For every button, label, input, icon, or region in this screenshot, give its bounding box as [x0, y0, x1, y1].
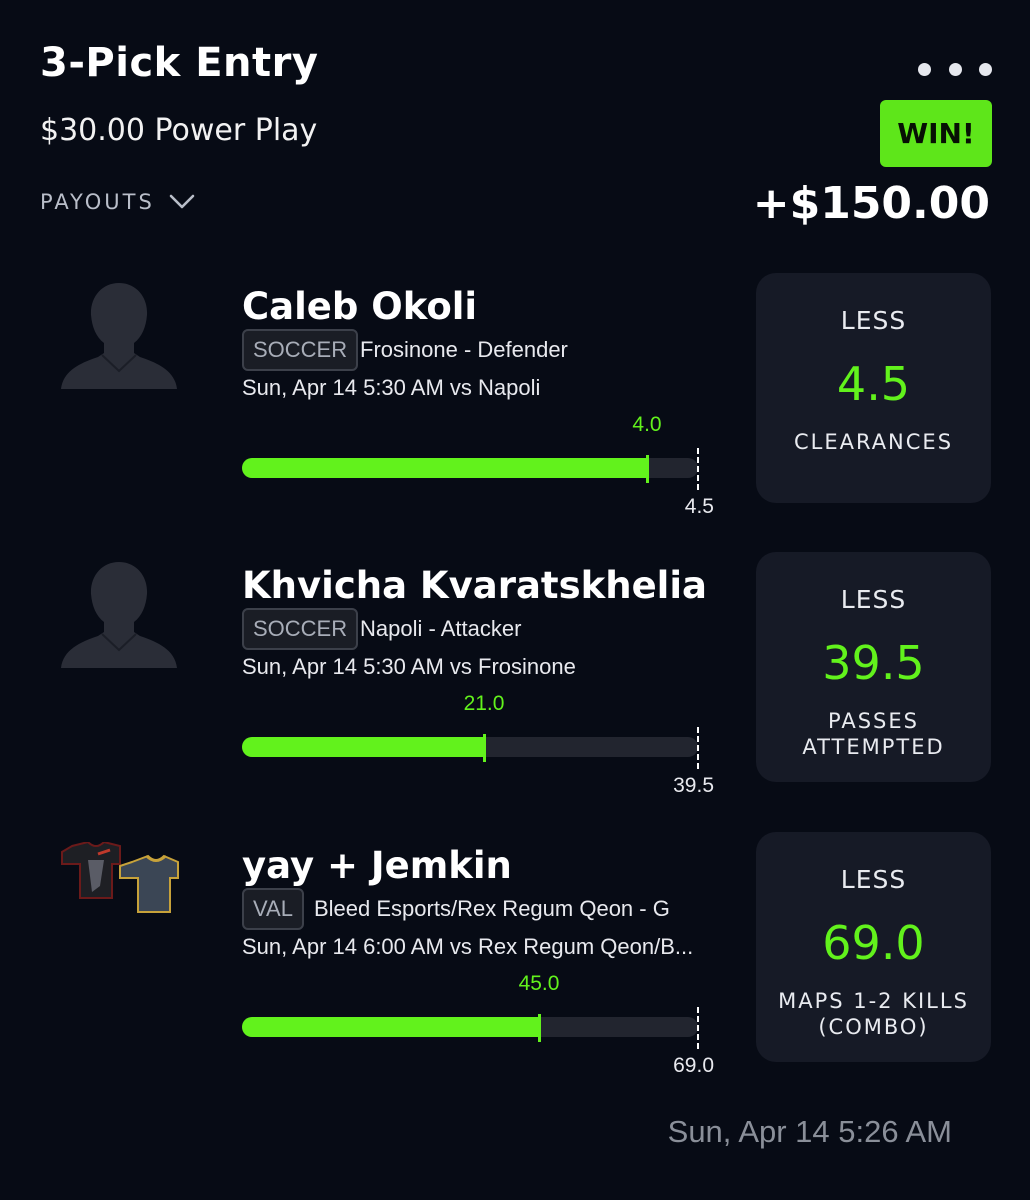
line-marker: [697, 448, 699, 490]
sport-tag: SOCCER: [242, 329, 359, 371]
game-time: Sun, Apr 14 6:00 AM vs Rex Regum Qeon/B.…: [242, 934, 694, 959]
stat-card: LESS 69.0 MAPS 1-2 KILLS (COMBO): [756, 832, 991, 1062]
stat-name: CLEARANCES: [793, 430, 954, 454]
line-value-label: 69.0: [673, 1054, 714, 1077]
stat-line: 69.0: [822, 916, 925, 970]
entry-screen: 3-Pick Entry $30.00 Power Play PAYOUTS W…: [0, 0, 1030, 1200]
more-dot: [979, 62, 992, 76]
more-dot: [918, 62, 931, 76]
progress-track: [242, 455, 698, 483]
player-silhouette-icon: [61, 283, 177, 389]
line-value-label: 4.5: [684, 495, 714, 518]
team-position: Napoli - Attacker: [360, 616, 522, 641]
line-marker: [697, 727, 699, 769]
stat-line: 39.5: [822, 636, 925, 690]
payouts-toggle[interactable]: PAYOUTS: [40, 190, 195, 214]
stat-line: 4.5: [836, 357, 911, 411]
game-time: Sun, Apr 14 5:30 AM vs Napoli: [242, 375, 541, 400]
stat-name: MAPS 1-2 KILLS (COMBO): [778, 989, 969, 1039]
more-options-icon[interactable]: [918, 58, 992, 80]
progress-fill: [242, 1017, 539, 1037]
progress-fill: [242, 737, 484, 757]
pick-row[interactable]: Khvicha Kvaratskhelia SOCCER Napoli - At…: [0, 552, 1030, 812]
page-title: 3-Pick Entry: [40, 40, 319, 86]
team-position: Frosinone - Defender: [360, 337, 568, 362]
team-position: Bleed Esports/Rex Regum Qeon - G: [314, 896, 670, 921]
player-silhouette-icon: [61, 562, 177, 668]
progress-marker: [538, 1014, 541, 1042]
progress-fill: [242, 458, 647, 478]
entry-subtitle: $30.00 Power Play: [40, 113, 318, 148]
progress-marker: [483, 734, 486, 762]
progress-marker: [646, 455, 649, 483]
progress-track: [242, 1014, 698, 1042]
stat-card: LESS 39.5 PASSES ATTEMPTED: [756, 552, 991, 782]
pick-direction: LESS: [840, 585, 907, 614]
payouts-label: PAYOUTS: [40, 190, 155, 214]
pick-row[interactable]: Caleb Okoli SOCCER Frosinone - Defender …: [0, 273, 1030, 533]
pick-direction: LESS: [840, 865, 907, 894]
actual-value-label: 45.0: [518, 972, 560, 995]
stat-card: LESS 4.5 CLEARANCES: [756, 273, 991, 503]
game-time: Sun, Apr 14 5:30 AM vs Frosinone: [242, 654, 576, 679]
player-name: yay + Jemkin: [242, 844, 512, 887]
sport-tag: VAL: [242, 888, 304, 930]
entry-timestamp: Sun, Apr 14 5:26 AM: [667, 1114, 952, 1149]
player-name: Caleb Okoli: [242, 285, 478, 328]
line-value-label: 39.5: [673, 774, 714, 797]
line-marker: [697, 1007, 699, 1049]
sport-tag: SOCCER: [242, 608, 359, 650]
pick-direction: LESS: [840, 306, 907, 335]
progress-track: [242, 734, 698, 762]
player-name: Khvicha Kvaratskhelia: [242, 564, 707, 607]
pick-row[interactable]: yay + Jemkin VAL Bleed Esports/Rex Regum…: [0, 832, 1030, 1092]
team-jerseys-icon: [61, 842, 179, 913]
actual-value-label: 21.0: [463, 692, 505, 715]
payout-amount: +$150.00: [752, 178, 990, 229]
stat-name: PASSES ATTEMPTED: [802, 709, 945, 759]
status-badge: WIN!: [880, 100, 992, 167]
actual-value-label: 4.0: [632, 413, 662, 436]
more-dot: [948, 62, 962, 76]
chevron-down-icon: [169, 194, 195, 209]
